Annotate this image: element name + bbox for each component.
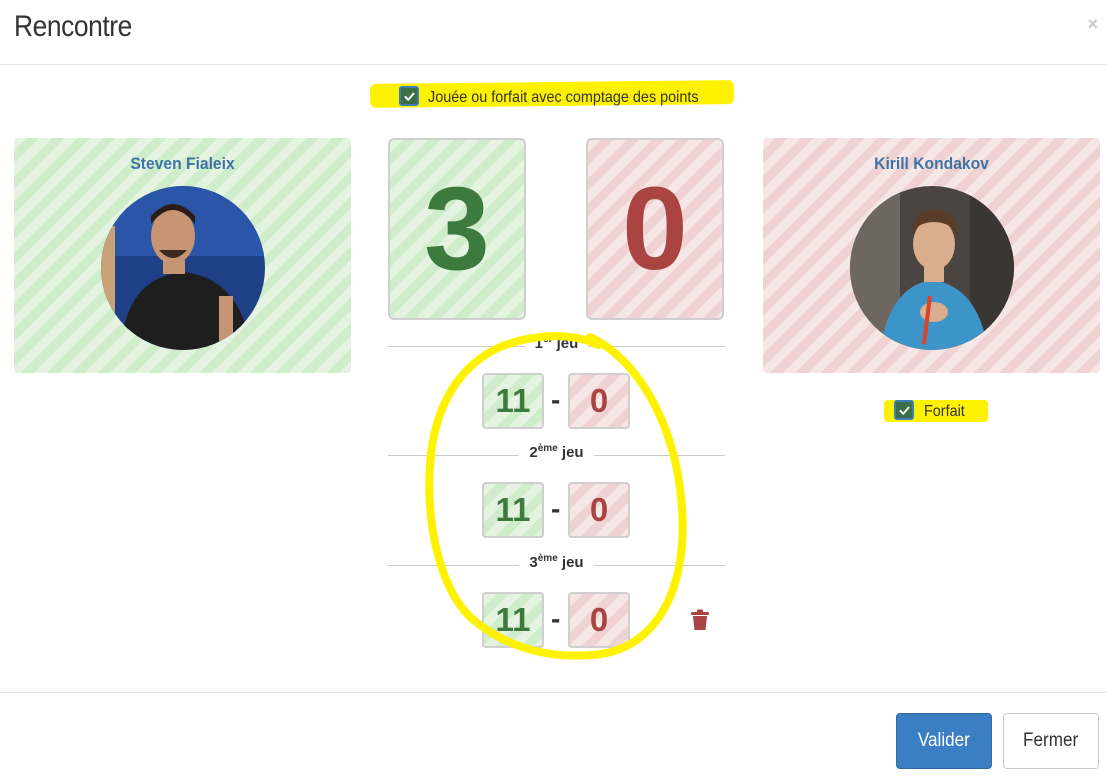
game-3-player2-points[interactable]: 0: [568, 592, 630, 648]
validate-button[interactable]: Valider: [896, 713, 992, 769]
player1-name: Steven Fialeix: [130, 154, 235, 173]
player1-card: Steven Fialeix: [14, 138, 351, 373]
forfait-label: Forfait: [924, 403, 965, 420]
played-checkbox-label: Jouée ou forfait avec comptage des point…: [428, 89, 699, 106]
game-2-player2-points[interactable]: 0: [568, 482, 630, 538]
game-3-label: 3ème jeu: [388, 553, 725, 571]
game-1-player1-points[interactable]: 11: [482, 373, 544, 429]
player2-total-score: 0: [586, 138, 724, 320]
game-3-player1-points[interactable]: 11: [482, 592, 544, 648]
modal-title: Rencontre: [14, 10, 132, 43]
score-separator: -: [551, 603, 561, 634]
game-2-label: 2ème jeu: [388, 443, 725, 461]
forfait-checkbox[interactable]: [894, 400, 914, 420]
score-separator: -: [551, 384, 561, 415]
game-1-label: 1er jeu: [388, 334, 725, 352]
check-icon: [403, 92, 415, 101]
modal-header: Rencontre ×: [0, 0, 1107, 65]
close-icon[interactable]: ×: [1087, 14, 1098, 35]
check-icon: [898, 406, 910, 415]
player2-card: Kirill Kondakov: [763, 138, 1100, 373]
close-button[interactable]: Fermer: [1003, 713, 1099, 769]
player1-avatar: [101, 186, 265, 350]
trash-icon[interactable]: [690, 609, 710, 631]
player2-avatar: [850, 186, 1014, 350]
game-1-player2-points[interactable]: 0: [568, 373, 630, 429]
player1-total-score: 3: [388, 138, 526, 320]
game-2-player1-points[interactable]: 11: [482, 482, 544, 538]
modal-footer-divider: [0, 692, 1107, 693]
player2-name: Kirill Kondakov: [874, 154, 989, 173]
played-checkbox[interactable]: [399, 86, 419, 106]
score-separator: -: [551, 493, 561, 524]
